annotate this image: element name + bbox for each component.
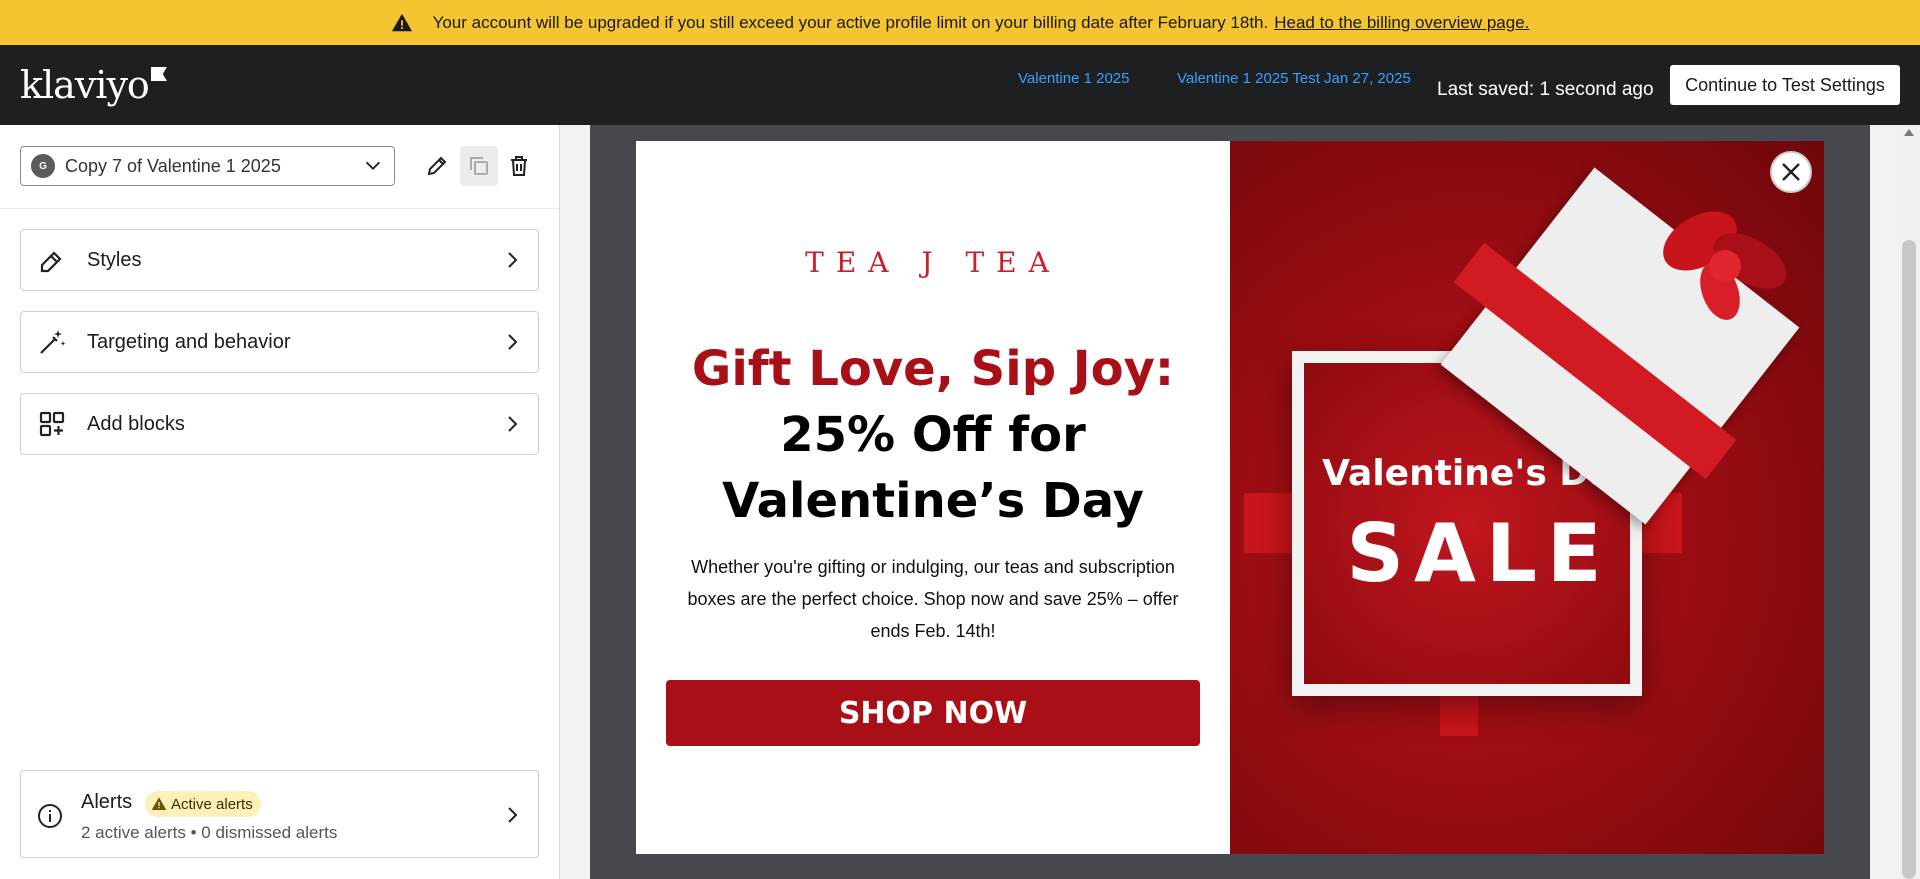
banner-message: Your account will be upgraded if you sti…: [432, 12, 1269, 32]
info-icon: [38, 804, 62, 828]
box-ribbon-bottom: [1440, 696, 1478, 736]
popup-hero-image[interactable]: Valentine's Day SALE: [1230, 141, 1824, 854]
styles-label: Styles: [87, 248, 142, 271]
scrollbar-thumb[interactable]: [1902, 240, 1916, 879]
chevron-right-icon: [508, 416, 518, 432]
pencil-icon: [427, 156, 447, 176]
chevron-right-icon: [508, 334, 518, 350]
add-blocks-card[interactable]: Add blocks: [20, 393, 539, 455]
edit-variant-button[interactable]: [418, 146, 456, 186]
active-alerts-badge: Active alerts: [145, 791, 261, 817]
breadcrumb-test[interactable]: Valentine 1 2025 Test Jan 27, 2025: [1177, 70, 1411, 87]
headline-line-2: 25% Off for: [780, 407, 1086, 463]
shop-now-button[interactable]: SHOP NOW: [666, 680, 1200, 746]
alerts-title: Alerts: [81, 791, 133, 813]
popup-headline[interactable]: Gift Love, Sip Joy: 25% Off for Valentin…: [636, 336, 1230, 534]
bow-icon: [1663, 211, 1787, 320]
warning-icon: [391, 13, 412, 31]
sidebar: G Copy 7 of Valentine 1 2025 Styles Targ…: [0, 125, 560, 879]
chevron-right-icon: [508, 807, 518, 823]
variant-select[interactable]: G Copy 7 of Valentine 1 2025: [20, 146, 395, 186]
klaviyo-logo[interactable]: klaviyo: [20, 63, 167, 107]
brand-logo: TEA J TEA: [805, 246, 1061, 279]
continue-to-test-settings-button[interactable]: Continue to Test Settings: [1670, 65, 1900, 105]
variant-avatar: G: [31, 154, 55, 178]
box-ribbon-left: [1244, 493, 1292, 553]
paintbrush-icon: [40, 251, 62, 273]
canvas-scrollbar[interactable]: [1898, 125, 1920, 879]
variant-name: Copy 7 of Valentine 1 2025: [65, 155, 281, 176]
popup-close-button[interactable]: [1770, 151, 1812, 193]
trash-icon: [511, 156, 527, 176]
chevron-down-icon: [365, 161, 381, 171]
scroll-up-arrow-icon[interactable]: [1904, 129, 1914, 136]
copy-icon: [470, 157, 488, 175]
duplicate-variant-button[interactable]: [460, 146, 498, 186]
magic-wand-icon: [40, 330, 66, 354]
warning-icon: [151, 797, 167, 810]
divider: [0, 208, 559, 209]
add-blocks-icon: [39, 411, 65, 437]
targeting-label: Targeting and behavior: [87, 330, 291, 353]
styles-card[interactable]: Styles: [20, 229, 539, 291]
targeting-card[interactable]: Targeting and behavior: [20, 311, 539, 373]
billing-overview-link[interactable]: Head to the billing overview page.: [1274, 13, 1529, 33]
delete-variant-button[interactable]: [500, 146, 538, 186]
saved-status: Last saved: 1 second ago: [1437, 79, 1654, 100]
headline-line-3: Valentine’s Day: [722, 473, 1144, 529]
headline-line-1: Gift Love, Sip Joy:: [691, 341, 1175, 397]
chevron-right-icon: [508, 252, 518, 268]
popup-body-text[interactable]: Whether you're gifting or indulging, our…: [666, 551, 1200, 647]
popup-preview[interactable]: TEA J TEA Gift Love, Sip Joy: 25% Off fo…: [636, 141, 1824, 854]
logo-text: klaviyo: [20, 63, 150, 107]
close-icon: [1782, 163, 1800, 181]
top-bar: klaviyo Valentine 1 2025 Valentine 1 202…: [0, 45, 1920, 125]
badge-label: Active alerts: [171, 795, 253, 813]
popup-content-panel: TEA J TEA Gift Love, Sip Joy: 25% Off fo…: [636, 141, 1230, 854]
alerts-card[interactable]: Alerts Active alerts 2 active alerts • 0…: [20, 770, 539, 858]
alerts-summary: 2 active alerts • 0 dismissed alerts: [81, 823, 338, 842]
logo-flag-icon: [150, 67, 167, 81]
upgrade-banner: Your account will be upgraded if you sti…: [0, 0, 1920, 45]
image-sale: SALE: [1346, 507, 1612, 600]
add-blocks-label: Add blocks: [87, 412, 185, 435]
breadcrumb-campaign[interactable]: Valentine 1 2025: [1018, 70, 1129, 87]
